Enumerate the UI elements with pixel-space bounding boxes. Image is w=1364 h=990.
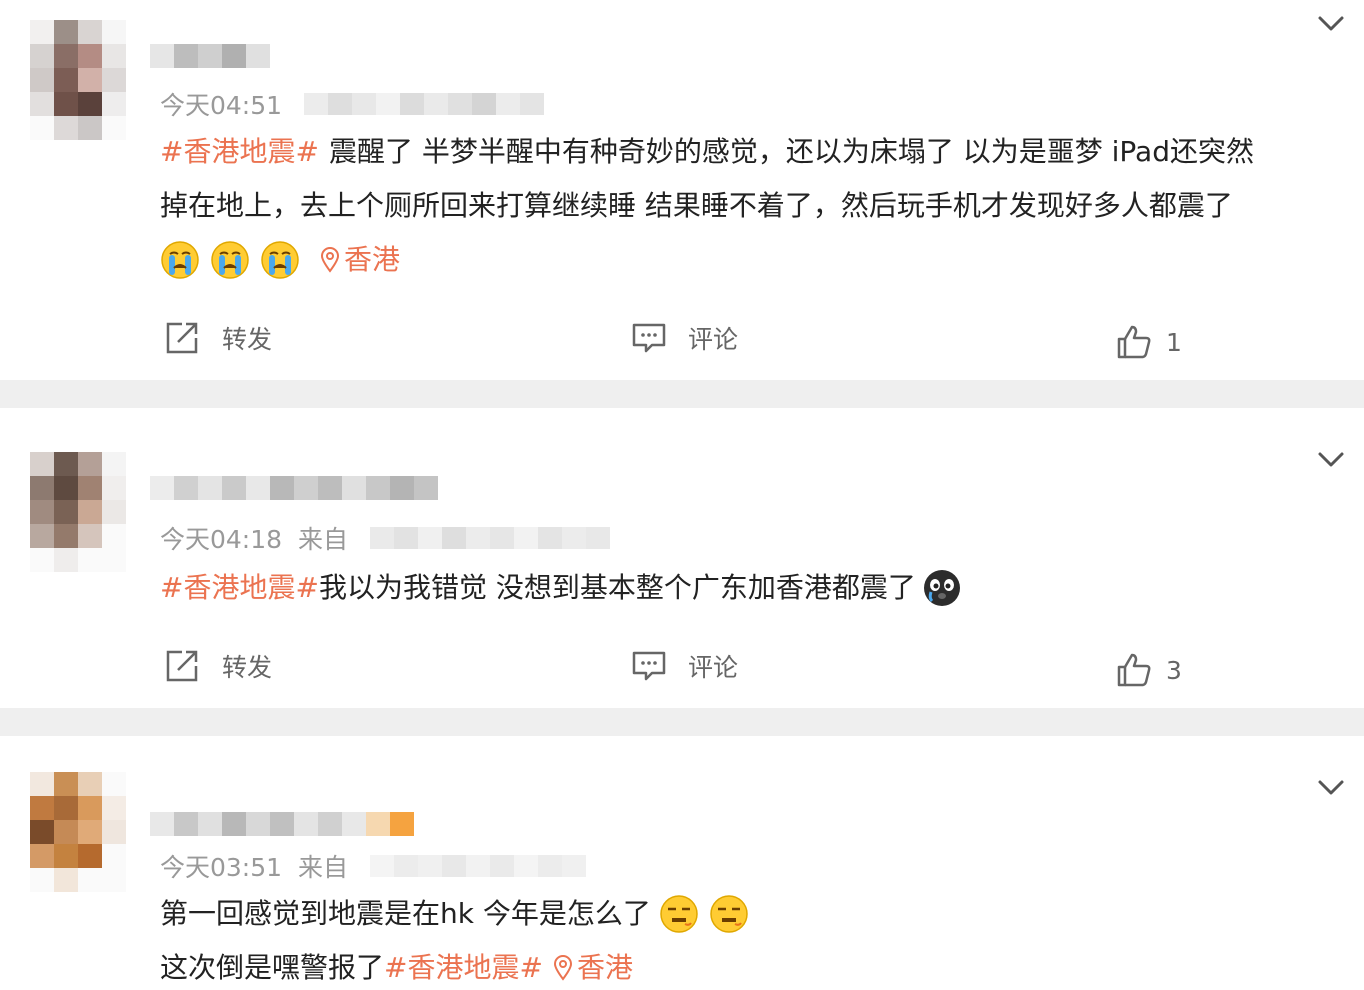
source-obscured — [304, 93, 545, 115]
post-text-line: 掉在地上，去上个厕所回来打算继续睡 结果睡不着了，然后玩手机才发现好多人都震了 — [160, 186, 1233, 226]
post-time: 今天04:51 — [160, 91, 283, 120]
like-button[interactable]: 1 — [1116, 322, 1182, 362]
location-label: 香港 — [576, 951, 633, 984]
username-obscured[interactable] — [150, 476, 438, 500]
comment-button[interactable]: 评论 — [632, 318, 738, 358]
repost-label: 转发 — [222, 653, 273, 682]
speechless-emoji-icon — [660, 895, 698, 933]
comment-label: 评论 — [688, 653, 739, 682]
comment-icon — [632, 323, 666, 353]
hashtag-link[interactable]: #香港地震# — [160, 568, 319, 608]
source-obscured[interactable] — [370, 527, 611, 549]
location-pin-icon — [320, 247, 340, 273]
post-text-line: #香港地震# 震醒了 半梦半醒中有种奇妙的感觉，还以为床塌了 以为是噩梦 iPa… — [160, 132, 1254, 172]
post-meta: 今天04:51 — [160, 88, 545, 120]
post-meta: 今天03:51 来自 — [160, 850, 587, 882]
chevron-down-icon[interactable] — [1316, 772, 1346, 802]
chevron-down-icon[interactable] — [1316, 8, 1346, 38]
like-count: 3 — [1166, 655, 1182, 685]
repost-button[interactable]: 转发 — [164, 646, 272, 686]
hashtag-link[interactable]: #香港地震# — [384, 948, 543, 988]
repost-icon — [166, 650, 198, 682]
comment-icon — [632, 651, 666, 681]
post-emoji-line: 香港 — [160, 240, 400, 280]
repost-label: 转发 — [222, 325, 273, 354]
post-text: 第一回感觉到地震是在hk 今年是怎么了 — [160, 897, 651, 930]
location-link[interactable]: 香港 — [553, 948, 633, 988]
hashtag-link[interactable]: #香港地震# — [160, 132, 319, 172]
post-time: 今天04:18 — [160, 525, 283, 554]
post-text-line: 第一回感觉到地震是在hk 今年是怎么了 — [160, 894, 759, 934]
crying-emoji-icon — [261, 241, 299, 279]
post-text: 掉在地上，去上个厕所回来打算继续睡 结果睡不着了，然后玩手机才发现好多人都震了 — [160, 189, 1233, 222]
location-link[interactable]: 香港 — [320, 240, 400, 280]
post-text-line: #香港地震# 我以为我错觉 没想到基本整个广东加香港都震了 — [160, 568, 972, 608]
comment-button[interactable]: 评论 — [632, 646, 738, 686]
chevron-down-icon[interactable] — [1316, 444, 1346, 474]
source-obscured[interactable] — [370, 855, 587, 877]
like-button[interactable]: 3 — [1116, 650, 1182, 690]
username-obscured[interactable] — [150, 812, 414, 836]
thumbs-up-icon — [1117, 653, 1151, 687]
post-card: 今天03:51 来自 第一回感觉到地震是在hk 今年是怎么了 这次倒是嘿警报了 … — [0, 736, 1364, 990]
post-card: 今天04:18 来自 #香港地震# 我以为我错觉 没想到基本整个广东加香港都震了… — [0, 408, 1364, 708]
repost-button[interactable]: 转发 — [164, 318, 272, 358]
crying-emoji-icon — [211, 241, 249, 279]
post-card: 今天04:51 #香港地震# 震醒了 半梦半醒中有种奇妙的感觉，还以为床塌了 以… — [0, 0, 1364, 380]
post-text-line: 这次倒是嘿警报了 #香港地震# 香港 — [160, 948, 633, 988]
post-time: 今天03:51 — [160, 853, 283, 882]
post-text: 震醒了 半梦半醒中有种奇妙的感觉，还以为床塌了 以为是噩梦 iPad还突然 — [328, 135, 1254, 168]
like-count: 1 — [1166, 327, 1182, 357]
avatar[interactable] — [30, 452, 126, 572]
thumbs-up-icon — [1117, 325, 1151, 359]
avatar[interactable] — [30, 20, 126, 140]
source-label: 来自 — [298, 853, 349, 882]
comment-label: 评论 — [688, 325, 739, 354]
source-label: 来自 — [298, 525, 349, 554]
post-meta: 今天04:18 来自 — [160, 522, 611, 554]
post-text: 这次倒是嘿警报了 — [160, 951, 385, 984]
avatar[interactable] — [30, 772, 126, 892]
post-text: 我以为我错觉 没想到基本整个广东加香港都震了 — [318, 571, 916, 604]
speechless-emoji-icon — [710, 895, 748, 933]
location-label: 香港 — [344, 243, 401, 276]
repost-icon — [166, 322, 198, 354]
crying-emoji-icon — [161, 241, 199, 279]
tearful-dog-emoji-icon — [923, 570, 960, 606]
location-pin-icon — [553, 955, 572, 981]
username-obscured[interactable] — [150, 44, 270, 68]
